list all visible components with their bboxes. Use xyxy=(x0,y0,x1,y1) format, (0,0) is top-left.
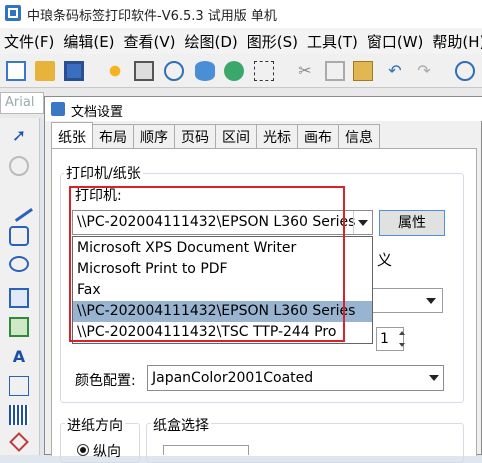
menu-shape[interactable]: 图形(S) xyxy=(243,31,303,52)
pointer-icon[interactable]: ➚ xyxy=(9,126,29,146)
menu-view[interactable]: 查看(V) xyxy=(120,31,181,52)
print-preview-icon[interactable] xyxy=(164,61,184,81)
open-folder-icon[interactable] xyxy=(35,61,55,81)
stepper-value: 1 xyxy=(380,331,389,347)
color-profile-label: 颜色配置: xyxy=(75,373,136,389)
menu-window[interactable]: 窗口(W) xyxy=(363,31,429,52)
dialog-titlebar: 文档设置 xyxy=(45,97,482,121)
app-logo-icon xyxy=(5,5,21,21)
printer-properties-button[interactable]: 属性 xyxy=(379,210,445,236)
drawing-tools-bar: ➚ A xyxy=(0,118,40,455)
undo-icon[interactable]: ↶ xyxy=(385,61,405,81)
menu-draw[interactable]: 绘图(D) xyxy=(181,31,243,52)
annotation-highlight-box xyxy=(69,186,345,342)
settings-tabs: 纸张 布局 顺序 页码 区间 光标 画布 信息 xyxy=(51,122,380,148)
settings-gear-icon[interactable] xyxy=(105,61,125,81)
chevron-down-icon[interactable] xyxy=(353,211,372,234)
paper-size-select[interactable] xyxy=(363,288,443,313)
font-name-select[interactable]: Arial xyxy=(0,92,44,114)
image-tool-icon[interactable] xyxy=(9,288,29,308)
cut-icon[interactable]: ✂ xyxy=(295,61,315,81)
shape-tool-icon[interactable] xyxy=(9,432,29,452)
stepper-up-icon[interactable] xyxy=(397,328,407,338)
main-toolbar: ✂ ↶ ↷ xyxy=(0,54,482,88)
tab-page-number[interactable]: 页码 xyxy=(174,124,216,148)
dialog-title: 文档设置 xyxy=(71,105,124,120)
barcode-tool-icon[interactable] xyxy=(9,405,29,425)
portrait-label: 纵向 xyxy=(93,444,121,460)
printer-paper-group-label: 打印机/纸张 xyxy=(64,163,143,183)
color-profile-value: JapanColor2001Coated xyxy=(152,370,314,386)
menu-bar: 文件(F) 编辑(E) 查看(V) 绘图(D) 图形(S) 工具(T) 窗口(W… xyxy=(0,28,482,54)
tab-range[interactable]: 区间 xyxy=(215,124,257,148)
ellipse-tool-icon[interactable] xyxy=(9,256,29,272)
tab-order[interactable]: 顺序 xyxy=(133,124,175,148)
app-title: 中琅条码标签打印软件-V6.5.3 试用版 单机 xyxy=(27,9,277,24)
rectangle-tool-icon[interactable] xyxy=(9,226,29,246)
copy-icon[interactable] xyxy=(325,61,345,81)
menu-edit[interactable]: 编辑(E) xyxy=(59,31,119,52)
menu-tools[interactable]: 工具(T) xyxy=(303,31,363,52)
tray-select[interactable] xyxy=(163,445,249,455)
portrait-radio[interactable] xyxy=(77,444,89,456)
paste-icon[interactable] xyxy=(353,61,373,81)
chevron-down-icon[interactable] xyxy=(425,366,443,390)
print-icon[interactable] xyxy=(134,61,154,81)
tab-canvas[interactable]: 画布 xyxy=(297,124,339,148)
redo-icon[interactable]: ↷ xyxy=(414,61,434,81)
rotate-icon[interactable] xyxy=(9,156,29,176)
rich-text-tool-icon[interactable] xyxy=(9,376,29,396)
grid-icon[interactable] xyxy=(254,61,274,81)
tab-cursor[interactable]: 光标 xyxy=(256,124,298,148)
feed-direction-label: 进纸方向 xyxy=(65,415,125,435)
database-icon[interactable] xyxy=(195,61,215,81)
stepper-down-icon[interactable] xyxy=(397,340,407,350)
database-connect-icon[interactable] xyxy=(224,61,244,81)
menu-help[interactable]: 帮助(H) xyxy=(428,31,482,52)
dialog-icon xyxy=(51,102,65,116)
tray-select-label: 纸盒选择 xyxy=(151,415,211,435)
app-titlebar: 中琅条码标签打印软件-V6.5.3 试用版 单机 xyxy=(0,0,482,28)
text-tool-icon[interactable]: A xyxy=(9,347,29,367)
color-profile-select[interactable]: JapanColor2001Coated xyxy=(147,365,444,391)
zoom-icon[interactable] xyxy=(455,61,475,81)
line-tool-icon[interactable] xyxy=(5,194,33,222)
picture-tool-icon[interactable] xyxy=(9,317,29,337)
tab-paper[interactable]: 纸张 xyxy=(51,122,93,148)
save-icon[interactable] xyxy=(64,61,84,81)
tab-info[interactable]: 信息 xyxy=(338,124,380,148)
tab-layout[interactable]: 布局 xyxy=(92,124,134,148)
partial-label: 义 xyxy=(377,251,393,269)
menu-file[interactable]: 文件(F) xyxy=(0,31,59,52)
document-settings-dialog: 文档设置 纸张 布局 顺序 页码 区间 光标 画布 信息 打印机/纸张 进纸方向… xyxy=(44,96,482,463)
new-document-icon[interactable] xyxy=(6,61,26,81)
